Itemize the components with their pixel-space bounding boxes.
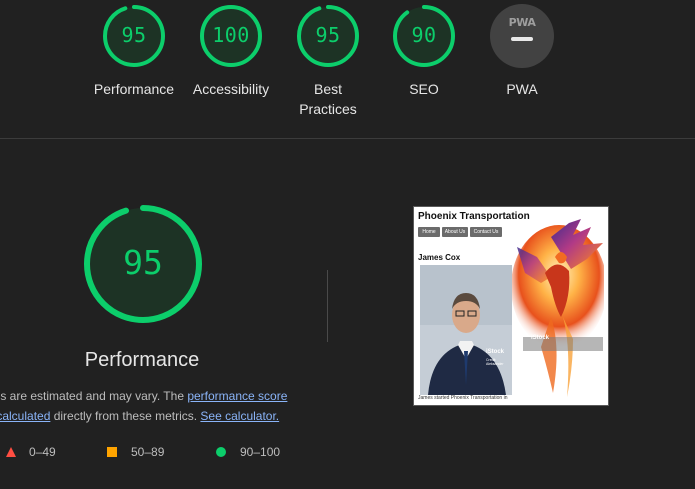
- average-square-icon: [107, 447, 117, 457]
- pass-circle-icon: [216, 447, 226, 457]
- gauge-label: PWA: [506, 81, 538, 97]
- nav-contact: Contact Us: [470, 227, 502, 237]
- performance-gauge-large: 95: [82, 203, 204, 325]
- gauge-score: 95: [315, 23, 341, 47]
- photo-watermark: iStock: [486, 349, 505, 355]
- section-divider: [0, 138, 695, 139]
- gauge-score: 100: [212, 23, 250, 47]
- pwa-badge-text: PWA: [508, 16, 536, 29]
- site-title: Phoenix Transportation: [418, 211, 530, 222]
- gauge-label: Performance: [93, 81, 175, 97]
- site-caption: James started Phoenix Transportation in: [418, 395, 508, 401]
- fail-triangle-icon: [6, 447, 16, 457]
- phoenix-image: [511, 217, 604, 401]
- pwa-badge-circle: [490, 4, 554, 68]
- see-calculator-link[interactable]: See calculator.: [200, 409, 279, 423]
- desc-text-2: directly from these metrics.: [50, 409, 201, 423]
- gauge-seo[interactable]: 90 SEO: [374, 4, 474, 99]
- screenshot-page: Phoenix Transportation Home About Us Con…: [416, 209, 604, 401]
- gauge-score: 90: [411, 23, 437, 47]
- final-screenshot-thumbnail[interactable]: Phoenix Transportation Home About Us Con…: [413, 206, 609, 406]
- person-photo-image: [420, 265, 512, 395]
- gauge-label: SEO: [409, 81, 439, 97]
- pwa-dash-icon: [511, 37, 533, 41]
- legend-range: 90–100: [240, 445, 281, 459]
- person-photo: iStock Credit: Aleksander: [420, 265, 512, 395]
- large-gauge-score: 95: [123, 243, 163, 282]
- gauge-ring: 95: [102, 4, 166, 68]
- person-name: James Cox: [418, 253, 461, 262]
- gauge-ring: 95: [296, 4, 360, 68]
- category-scores: 95 Performance 100 Accessibility 95 Best…: [0, 0, 695, 138]
- nav-about: About Us: [442, 227, 468, 237]
- pwa-badge: PWA: [490, 4, 554, 68]
- gauge-best-practices[interactable]: 95 Best Practices: [278, 4, 378, 119]
- gauge-accessibility[interactable]: 100 Accessibility: [181, 4, 281, 99]
- desc-text: ues are estimated and may vary. The: [0, 389, 188, 403]
- vertical-separator: [327, 270, 328, 342]
- gauge-ring: 90: [392, 4, 456, 68]
- legend-range: 0–49: [29, 445, 56, 459]
- photo-watermark-credit: Credit: Aleksander: [486, 358, 504, 366]
- performance-description: ues are estimated and may vary. The perf…: [0, 386, 317, 426]
- gauge-label: Best Practices: [299, 81, 357, 117]
- nav-home: Home: [418, 227, 440, 237]
- performance-title: Performance: [84, 349, 200, 371]
- gauge-ring: 100: [199, 4, 263, 68]
- gauge-score: 95: [121, 23, 147, 47]
- phoenix-watermark: iStock: [531, 335, 550, 341]
- legend-range: 50–89: [131, 445, 165, 459]
- gauge-pwa[interactable]: PWA PWA: [472, 4, 572, 99]
- performance-score-link[interactable]: performance score: [187, 389, 287, 403]
- score-legend: 0–49 50–89 90–100: [0, 444, 400, 462]
- gauge-performance[interactable]: 95 Performance: [84, 4, 184, 99]
- gauge-label: Accessibility: [192, 81, 270, 97]
- is-calculated-link[interactable]: s calculated: [0, 409, 50, 423]
